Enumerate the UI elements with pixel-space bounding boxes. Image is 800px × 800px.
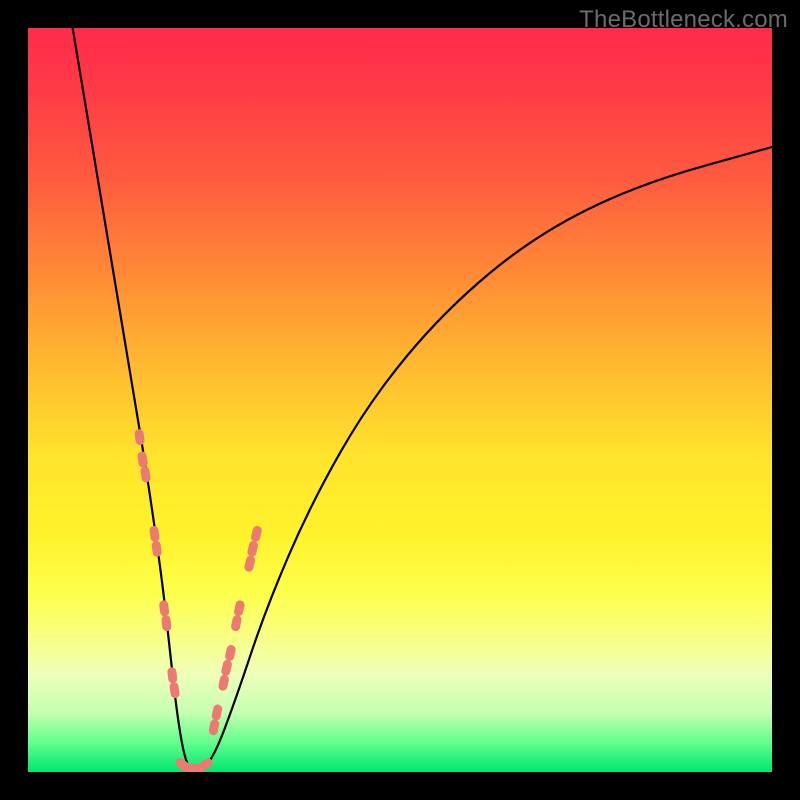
- curve-marker: [221, 659, 233, 677]
- curve-marker: [224, 644, 236, 662]
- curve-marker: [167, 667, 178, 684]
- marker-cluster-right: [208, 525, 263, 736]
- curve-marker: [140, 466, 151, 483]
- curve-marker: [169, 682, 180, 699]
- curve-marker: [161, 615, 172, 632]
- marker-cluster-left: [134, 429, 180, 699]
- curve-marker: [159, 600, 170, 617]
- chart-frame: TheBottleneck.com: [0, 0, 800, 800]
- curve-marker: [134, 429, 145, 446]
- curve-marker: [247, 540, 259, 558]
- curve-marker: [230, 614, 242, 631]
- curve-marker: [218, 674, 230, 692]
- curve-marker: [233, 600, 245, 618]
- plot-area: [28, 28, 772, 772]
- curve-marker: [137, 451, 148, 468]
- curve-marker: [211, 704, 223, 722]
- curve-marker: [151, 540, 162, 557]
- curve-marker: [244, 555, 256, 573]
- curve-svg: [28, 28, 772, 772]
- curve-marker: [208, 719, 220, 736]
- curve-marker: [250, 525, 263, 543]
- bottleneck-curve: [73, 28, 772, 772]
- marker-cluster-bottom: [174, 756, 215, 772]
- curve-marker: [149, 525, 160, 542]
